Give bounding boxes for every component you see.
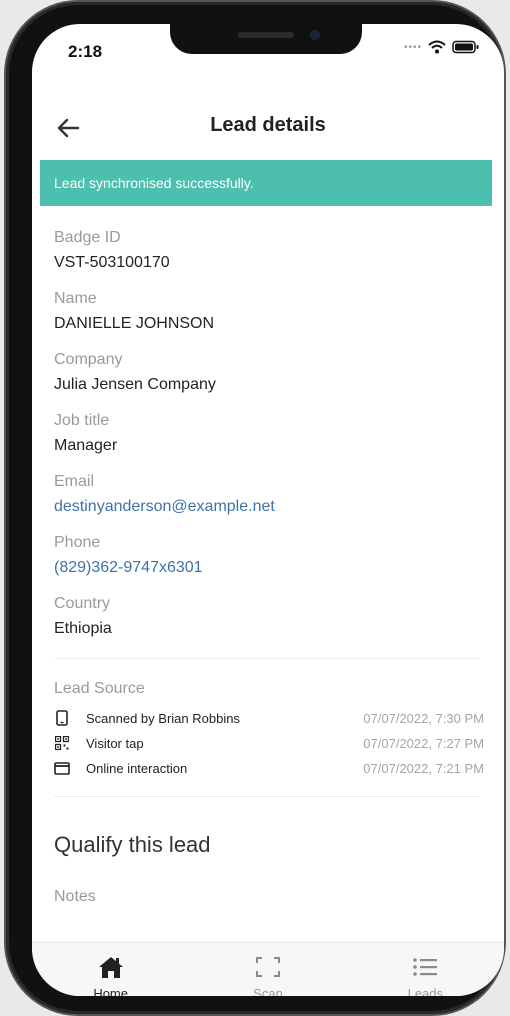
browser-window-icon xyxy=(54,760,70,776)
front-camera xyxy=(310,30,320,40)
tab-label: Leads xyxy=(407,986,444,996)
field-value: DANIELLE JOHNSON xyxy=(54,315,215,332)
field-value: Ethiopia xyxy=(54,620,112,637)
field-value: Manager xyxy=(54,437,118,454)
divider xyxy=(54,796,480,797)
tab-scan[interactable]: Scan xyxy=(189,943,346,996)
status-icons: •••• xyxy=(404,40,480,54)
page-title: Lead details xyxy=(210,114,326,136)
speaker-grille xyxy=(238,32,294,38)
field-badge-id: Badge ID VST-503100170 xyxy=(54,228,170,274)
field-phone: Phone (829)362-9747x6301 xyxy=(54,533,203,579)
field-country: Country Ethiopia xyxy=(54,594,112,640)
tab-label: Scan xyxy=(253,986,283,996)
notes-field[interactable]: Notes xyxy=(54,888,96,906)
field-email: Email destinyanderson@example.net xyxy=(54,472,275,518)
app-header: Lead details xyxy=(32,108,504,148)
qualify-lead-heading: Qualify this lead xyxy=(54,832,211,857)
lead-source-timestamp: 07/07/2022, 7:27 PM xyxy=(363,735,484,751)
sync-success-banner: Lead synchronised successfully. xyxy=(40,160,492,206)
signal-dots-icon: •••• xyxy=(403,41,422,53)
field-label: Company xyxy=(54,351,123,368)
list-icon xyxy=(412,955,438,984)
phone-icon xyxy=(54,710,70,726)
lead-source-text: Scanned by Brian Robbins xyxy=(86,710,240,726)
home-icon xyxy=(97,955,125,984)
phone-link[interactable]: (829)362-9747x6301 xyxy=(54,557,203,579)
email-link[interactable]: destinyanderson@example.net xyxy=(54,496,275,518)
field-value: Julia Jensen Company xyxy=(54,376,216,393)
field-company: Company Julia Jensen Company xyxy=(54,350,216,396)
lead-source-row: Online interaction 07/07/2022, 7:21 PM xyxy=(54,756,484,780)
lead-source-timestamp: 07/07/2022, 7:30 PM xyxy=(363,710,484,726)
battery-icon xyxy=(452,40,480,54)
divider xyxy=(54,658,480,659)
lead-source-row: Visitor tap 07/07/2022, 7:27 PM xyxy=(54,731,484,755)
field-value: VST-503100170 xyxy=(54,254,170,271)
bottom-tab-bar: Home Scan Leads xyxy=(32,942,504,996)
device-notch xyxy=(170,24,362,54)
phone-frame: 2:18 •••• Lead details Lead synchronised… xyxy=(6,2,504,1014)
field-name: Name DANIELLE JOHNSON xyxy=(54,289,214,335)
lead-source-row: Scanned by Brian Robbins 07/07/2022, 7:3… xyxy=(54,706,484,730)
lead-source-text: Online interaction xyxy=(86,760,188,776)
field-label: Country xyxy=(54,595,111,612)
field-job-title: Job title Manager xyxy=(54,411,117,457)
field-label: Phone xyxy=(54,534,101,551)
app-screen: 2:18 •••• Lead details Lead synchronised… xyxy=(32,24,504,996)
banner-text: Lead synchronised successfully. xyxy=(54,175,254,191)
status-time: 2:18 xyxy=(68,42,103,61)
lead-source-timestamp: 07/07/2022, 7:21 PM xyxy=(363,760,484,776)
lead-source-title: Lead Source xyxy=(54,680,145,697)
wifi-icon xyxy=(428,40,446,54)
tab-label: Home xyxy=(93,986,128,996)
field-label: Badge ID xyxy=(54,229,121,246)
field-label: Name xyxy=(54,290,97,307)
tab-leads[interactable]: Leads xyxy=(347,943,504,996)
field-label: Email xyxy=(54,473,95,490)
field-label: Job title xyxy=(54,412,110,429)
tab-home[interactable]: Home xyxy=(32,943,189,996)
scan-icon xyxy=(255,955,281,984)
qr-code-icon xyxy=(54,735,70,751)
lead-source-text: Visitor tap xyxy=(86,735,144,751)
